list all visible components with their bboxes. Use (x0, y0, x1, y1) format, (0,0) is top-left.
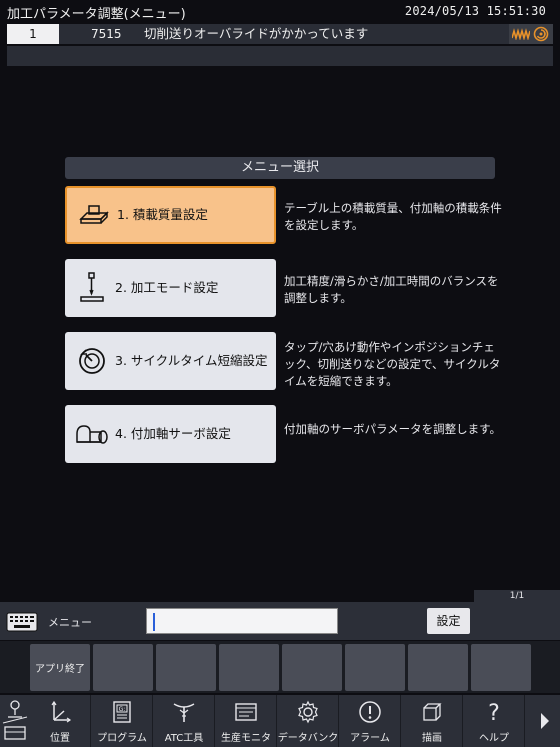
text-caret (153, 613, 155, 631)
app-label: ATC工具 (164, 733, 204, 744)
fkey-6[interactable] (345, 644, 405, 691)
set-button[interactable]: 設定 (427, 608, 470, 634)
fkey-4[interactable] (219, 644, 279, 691)
drawing-cube-icon (423, 703, 442, 721)
message-code: 7515 (91, 27, 122, 41)
rotary-axis-icon (76, 425, 108, 444)
menu-description: タップ/穴あけ動作やインポジションチェック、切削送りなどの設定で、サイクルタイム… (284, 340, 501, 388)
menu-button-label: 2. 加工モード設定 (115, 280, 219, 295)
app-label: プログラム (97, 733, 147, 744)
app-label: 位置 (50, 733, 70, 744)
table-load-icon (79, 205, 109, 224)
fkey-exit-app[interactable]: アプリ終了 (30, 644, 90, 691)
menu-description: テーブル上の積載質量、付加軸の積載条件を設定します。 (284, 201, 502, 232)
svg-text:G:: G: (119, 706, 126, 713)
input-label: メニュー (48, 616, 92, 629)
alarm-icon (359, 701, 381, 723)
program-icon: G: (113, 701, 131, 723)
app-alarm[interactable]: アラーム (339, 695, 401, 747)
page-number: 1/1 (509, 591, 525, 601)
function-keys: アプリ終了 (0, 641, 560, 693)
menu-button-label: 3. サイクルタイム短縮設定 (115, 353, 268, 368)
more-apps-arrow-icon[interactable] (538, 709, 552, 733)
fkey-5[interactable] (282, 644, 342, 691)
app-drawing[interactable]: 描画 (401, 695, 463, 747)
message-text: 切削送りオーバライドがかかっています (144, 26, 369, 41)
app-label: データバンク (277, 733, 339, 744)
fkey-2[interactable] (93, 644, 153, 691)
home-machine-icon[interactable] (2, 697, 28, 743)
menu-header: メニュー選択 (65, 157, 495, 179)
status-icons (509, 24, 553, 44)
menu-button-label: 4. 付加軸サーボ設定 (115, 426, 231, 441)
menu-button-cycle-time[interactable]: 3. サイクルタイム短縮設定 (65, 332, 276, 390)
cycle-time-icon (79, 348, 105, 374)
menu-button-additional-axis-servo[interactable]: 4. 付加軸サーボ設定 (65, 405, 276, 463)
message-bar[interactable]: 1 7515 切削送りオーバライドがかかっています (7, 24, 553, 44)
menu-description: 加工精度/滑らかさ/加工時間のバランスを調整します。 (284, 274, 499, 305)
app-label: アラーム (350, 733, 390, 744)
clock: 2024/05/13 15:51:30 (404, 4, 546, 18)
input-row: メニュー 設定 (0, 602, 560, 640)
app-program[interactable]: G: プログラム (91, 695, 153, 747)
swirl-icon (533, 26, 549, 42)
app-label: 描画 (422, 733, 442, 744)
menu-button-load-mass[interactable]: 1. 積載質量設定 (65, 186, 276, 244)
menu-button-label: 1. 積載質量設定 (117, 207, 208, 222)
help-icon: ? (488, 701, 500, 724)
production-monitor-icon (235, 703, 257, 721)
app-atc-tool[interactable]: ATC工具 (153, 695, 215, 747)
app-label: ヘルプ (479, 733, 509, 744)
app-bar: 位置 G: プログラム ATC工具 生産モニタ データバンク アラーム 描画 ?… (0, 695, 560, 747)
svg-text:?: ? (488, 701, 500, 724)
fkey-7[interactable] (408, 644, 468, 691)
title-bar: 加工パラメータ調整(メニュー) 2024/05/13 15:51:30 (0, 0, 560, 22)
fkey-3[interactable] (156, 644, 216, 691)
menu-description: 付加軸のサーボパラメータを調整します。 (284, 422, 502, 436)
tool-mode-icon (80, 272, 104, 302)
fkey-8[interactable] (471, 644, 531, 691)
app-help[interactable]: ? ヘルプ (463, 695, 525, 747)
position-axes-icon (51, 700, 72, 723)
data-bank-gear-icon (298, 700, 318, 724)
menu-number-input[interactable] (146, 608, 338, 634)
keyboard-icon[interactable] (6, 612, 38, 632)
app-position[interactable]: 位置 (29, 695, 91, 747)
page-title: 加工パラメータ調整(メニュー) (7, 7, 186, 22)
wave-icon (512, 28, 530, 40)
app-label: 生産モニタ (221, 733, 271, 744)
message-index: 1 (7, 24, 59, 44)
app-production-monitor[interactable]: 生産モニタ (215, 695, 277, 747)
menu-button-machining-mode[interactable]: 2. 加工モード設定 (65, 259, 276, 317)
message-subbar (7, 46, 553, 66)
atc-tool-icon (173, 703, 195, 722)
app-data-bank[interactable]: データバンク (277, 695, 339, 747)
